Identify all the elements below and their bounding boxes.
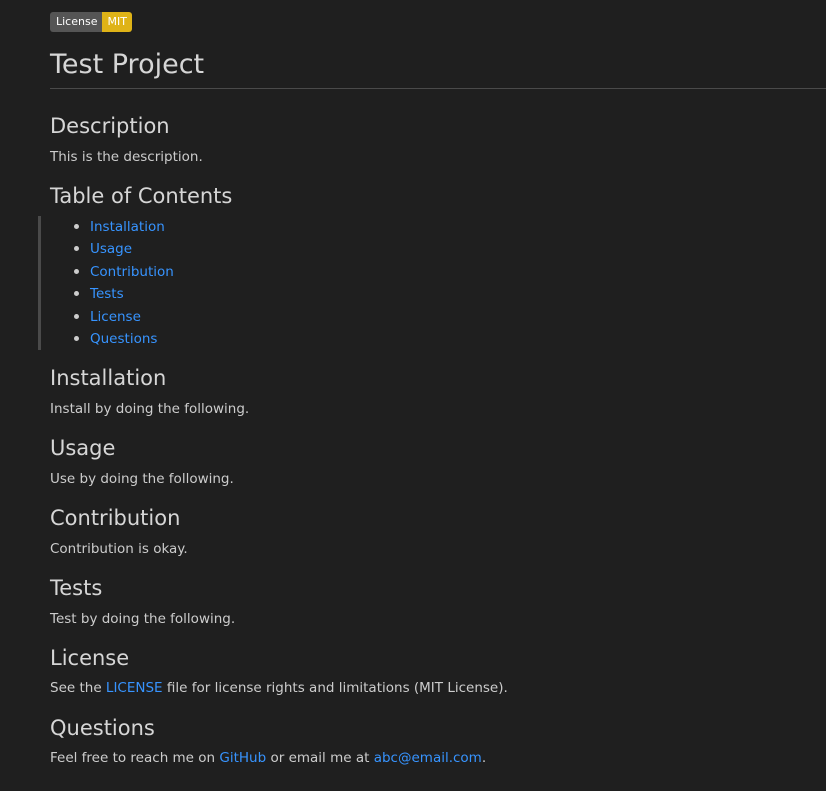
toc-link-contribution[interactable]: Contribution xyxy=(90,264,174,280)
heading-usage: Usage xyxy=(50,436,116,460)
bullet-icon xyxy=(74,246,79,252)
toc-link-tests[interactable]: Tests xyxy=(90,286,124,302)
page-title: Test Project xyxy=(50,49,205,80)
tests-text: Test by doing the following. xyxy=(50,611,236,627)
heading-table-of-contents: Table of Contents xyxy=(50,184,233,208)
toc-link-installation[interactable]: Installation xyxy=(90,219,165,235)
questions-text-after: . xyxy=(481,750,487,766)
license-badge-value: MIT xyxy=(102,12,132,32)
toc-item: Questions xyxy=(74,328,174,350)
toc-link-usage[interactable]: Usage xyxy=(90,241,132,257)
bullet-icon xyxy=(74,313,79,319)
contribution-text: Contribution is okay. xyxy=(50,541,188,557)
questions-text-middle: or email me at xyxy=(266,750,374,766)
bullet-icon xyxy=(74,224,79,229)
toc-item: Installation xyxy=(74,216,174,238)
license-badge-label: License xyxy=(50,12,103,32)
toc-item: Usage xyxy=(74,238,174,260)
toc-indent-bar xyxy=(38,216,41,350)
toc-link-questions[interactable]: Questions xyxy=(90,331,157,347)
license-badge[interactable]: License MIT xyxy=(50,12,132,32)
github-link[interactable]: GitHub xyxy=(219,750,266,766)
email-link[interactable]: abc@email.com xyxy=(374,750,482,766)
heading-installation: Installation xyxy=(50,366,167,390)
heading-questions: Questions xyxy=(50,716,155,740)
toc-item: License xyxy=(74,306,174,328)
toc-item: Contribution xyxy=(74,261,174,283)
installation-text: Install by doing the following. xyxy=(50,401,250,417)
heading-tests: Tests xyxy=(50,576,103,600)
description-text: This is the description. xyxy=(50,149,203,165)
toc-list: Installation Usage Contribution Tests Li… xyxy=(50,216,174,350)
title-divider xyxy=(50,88,826,89)
heading-description: Description xyxy=(50,114,170,138)
bullet-icon xyxy=(74,268,79,274)
license-text-before: See the xyxy=(50,680,106,696)
heading-contribution: Contribution xyxy=(50,506,181,530)
license-text: See the LICENSE file for license rights … xyxy=(50,679,508,697)
bullet-icon xyxy=(74,335,79,341)
toc-item: Tests xyxy=(74,283,174,305)
questions-text: Feel free to reach me on GitHub or email… xyxy=(50,749,486,767)
license-text-after: file for license rights and limitations … xyxy=(162,680,508,696)
license-file-link[interactable]: LICENSE xyxy=(106,680,163,696)
toc-link-license[interactable]: License xyxy=(90,309,141,325)
questions-text-before: Feel free to reach me on xyxy=(50,750,220,766)
heading-license: License xyxy=(50,646,130,670)
usage-text: Use by doing the following. xyxy=(50,471,234,487)
bullet-icon xyxy=(74,291,79,297)
readme-preview: License MIT Test Project Description Thi… xyxy=(38,10,826,766)
